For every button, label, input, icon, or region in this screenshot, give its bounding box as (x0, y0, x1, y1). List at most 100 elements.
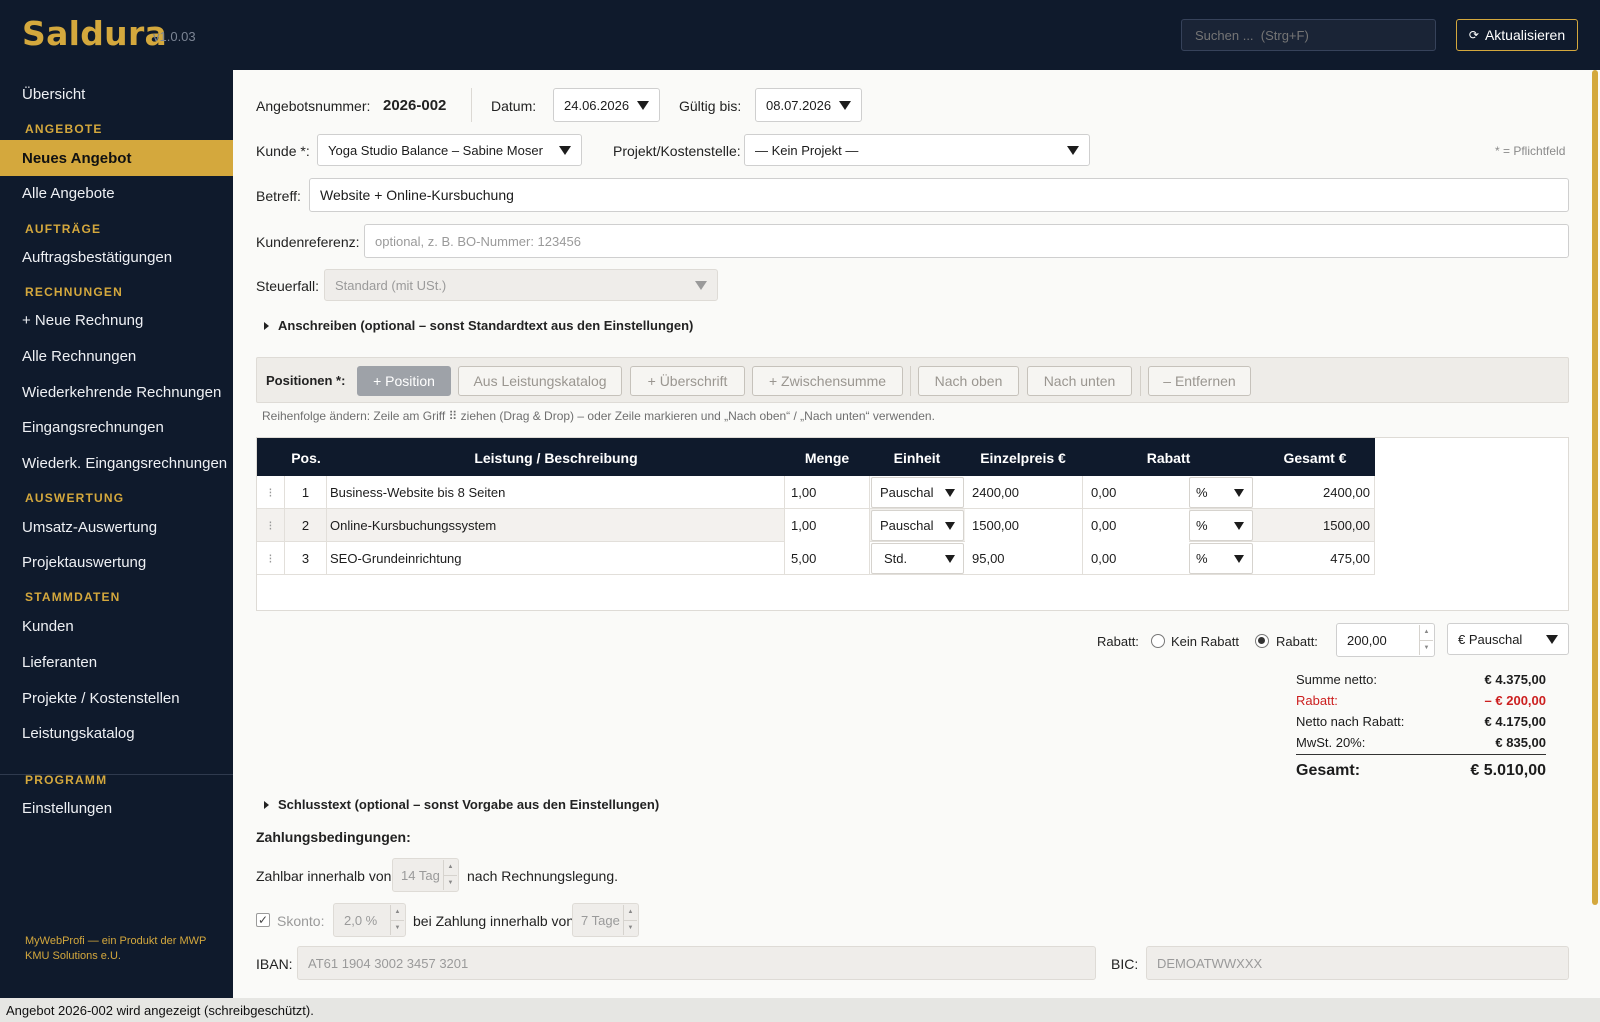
sidebar-item-lieferanten[interactable]: Lieferanten (22, 654, 97, 671)
spinner[interactable]: ▲ ▼ (390, 905, 404, 935)
rabatt-typ-dropdown[interactable]: € Pauschal (1447, 623, 1569, 655)
spin-down-icon[interactable]: ▼ (444, 874, 457, 891)
einheit-select[interactable]: Pauschal (871, 477, 964, 508)
cell-menge[interactable]: 1,00 (785, 476, 870, 509)
add-zwischensumme-button[interactable]: + Zwischensumme (752, 366, 903, 396)
zahlbar-tage-input[interactable]: 14 Tag ▲ ▼ (392, 858, 459, 892)
einheit-select[interactable]: Pauschal (871, 510, 964, 541)
toolbar-separator (1140, 366, 1141, 396)
remove-button[interactable]: – Entfernen (1148, 366, 1251, 396)
einheit-select[interactable]: Std. (871, 543, 964, 574)
drag-handle-icon[interactable]: ⁝ (257, 509, 285, 542)
radio-rabatt[interactable] (1255, 634, 1269, 648)
radio-kein-rabatt[interactable] (1151, 634, 1165, 648)
datum-picker[interactable]: 24.06.2026 (553, 88, 660, 122)
spinner[interactable]: ▲ ▼ (443, 860, 457, 890)
cell-menge[interactable]: 5,00 (785, 542, 870, 575)
angebotsnummer-label: Angebotsnummer: (256, 98, 371, 114)
spin-up-icon[interactable]: ▲ (1420, 625, 1433, 640)
cell-einzelpreis[interactable]: 95,00 (965, 542, 1083, 575)
kunde-select[interactable]: Yoga Studio Balance – Sabine Moser (317, 134, 582, 166)
drag-handle-icon[interactable]: ⁝ (257, 476, 285, 509)
cell-description[interactable]: Online-Kursbuchungssystem (327, 509, 785, 542)
mwst-label: MwSt. 20%: (1296, 735, 1366, 750)
rabatt-amount-input[interactable]: 200,00 ▲ ▼ (1336, 623, 1435, 657)
steuerfall-select[interactable]: Standard (mit USt.) (324, 269, 718, 301)
cell-description[interactable]: Business-Website bis 8 Seiten (327, 476, 785, 509)
sidebar-item-umsatz[interactable]: Umsatz-Auswertung (22, 519, 157, 536)
sidebar-item-alle-angebote[interactable]: Alle Angebote (22, 185, 115, 202)
sidebar-item-wiederk-eingangsrechnungen[interactable]: Wiederk. Eingangsrechnungen (22, 455, 227, 472)
spin-down-icon[interactable]: ▼ (624, 919, 637, 936)
refresh-button[interactable]: ⟳ Aktualisieren (1456, 19, 1578, 51)
rabatt-label: Rabatt: (1097, 634, 1139, 649)
skonto-tage-input[interactable]: 7 Tage ▲ ▼ (572, 903, 639, 937)
skonto-input[interactable]: 2,0 % ▲ ▼ (333, 903, 406, 937)
projekt-select[interactable]: — Kein Projekt — (744, 134, 1090, 166)
betreff-input[interactable]: Website + Online-Kursbuchung (309, 178, 1569, 212)
bic-label: BIC: (1111, 956, 1139, 972)
sidebar-item-neue-rechnung[interactable]: + Neue Rechnung (22, 312, 143, 329)
zahlungsbedingungen-heading: Zahlungsbedingungen: (256, 829, 411, 845)
anschreiben-toggle[interactable]: Anschreiben (optional – sonst Standardte… (264, 318, 693, 333)
sidebar-item-wiederkehrende-rechnungen[interactable]: Wiederkehrende Rechnungen (22, 384, 221, 401)
rabatt-typ-select[interactable]: % (1189, 543, 1253, 574)
spin-up-icon[interactable]: ▲ (391, 905, 404, 920)
search-input[interactable] (1181, 19, 1436, 51)
datum-label: Datum: (491, 98, 537, 114)
kein-rabatt-label: Kein Rabatt (1171, 634, 1239, 649)
iban-input[interactable]: AT61 1904 3002 3457 3201 (297, 946, 1096, 980)
cell-rabatt[interactable]: 0,00 (1083, 542, 1189, 575)
spin-down-icon[interactable]: ▼ (391, 919, 404, 936)
table-row[interactable]: ⁝ 3 SEO-Grundeinrichtung 5,00 Std. 95,00… (257, 542, 1375, 575)
chevron-down-icon (945, 521, 955, 530)
add-ueberschrift-button[interactable]: + Überschrift (630, 366, 745, 396)
sidebar-item-projektauswertung[interactable]: Projektauswertung (22, 554, 146, 571)
einheit-value: Pauschal (880, 518, 934, 533)
cell-rabatt[interactable]: 0,00 (1083, 476, 1189, 509)
schlusstext-toggle[interactable]: Schlusstext (optional – sonst Vorgabe au… (264, 797, 659, 812)
add-position-button[interactable]: + Position (357, 366, 451, 396)
spin-up-icon[interactable]: ▲ (624, 905, 637, 920)
gueltig-picker[interactable]: 08.07.2026 (755, 88, 862, 122)
cell-rabatt[interactable]: 0,00 (1083, 509, 1189, 542)
sidebar-item-leistungskatalog[interactable]: Leistungskatalog (22, 725, 135, 742)
sidebar-item-projekte[interactable]: Projekte / Kostenstellen (22, 690, 180, 707)
positions-table: Pos. Leistung / Beschreibung Menge Einhe… (256, 437, 1569, 611)
move-down-button[interactable]: Nach unten (1027, 366, 1132, 396)
sidebar-item-alle-rechnungen[interactable]: Alle Rechnungen (22, 348, 136, 365)
spin-up-icon[interactable]: ▲ (444, 860, 457, 875)
rabatt-typ-select[interactable]: % (1189, 477, 1253, 508)
drag-handle-icon[interactable]: ⁝ (257, 542, 285, 575)
bic-input[interactable]: DEMOATWWXXX (1146, 946, 1569, 980)
leistungskatalog-button[interactable]: Aus Leistungskatalog (458, 366, 622, 396)
cell-menge[interactable]: 1,00 (785, 509, 870, 542)
spin-down-icon[interactable]: ▼ (1420, 639, 1433, 656)
rabatt-typ-select[interactable]: % (1189, 510, 1253, 541)
kundenreferenz-input[interactable]: optional, z. B. BO-Nummer: 123456 (364, 224, 1569, 258)
cell-einzelpreis[interactable]: 2400,00 (965, 476, 1083, 509)
scrollbar-thumb[interactable] (1592, 70, 1598, 905)
cell-description[interactable]: SEO-Grundeinrichtung (327, 542, 785, 575)
table-row[interactable]: ⁝ 2 Online-Kursbuchungssystem 1,00 Pausc… (257, 509, 1375, 542)
einheit-value: Pauschal (880, 485, 934, 500)
sidebar-item-auftragsbestaetigungen[interactable]: Auftragsbestätigungen (22, 249, 172, 266)
spinner[interactable]: ▲ ▼ (623, 905, 637, 935)
app-logo: Saldura (22, 14, 168, 53)
skonto-checkbox[interactable]: ✓ (256, 913, 270, 927)
spinner[interactable]: ▲ ▼ (1419, 625, 1433, 655)
column-header-pos: Pos. (291, 450, 321, 466)
rabatt-typ-value: % (1196, 551, 1208, 566)
sidebar-item-neues-angebot[interactable]: Neues Angebot (0, 140, 233, 176)
sidebar-item-overview[interactable]: Übersicht (22, 86, 85, 103)
rabatt-option-label: Rabatt: (1276, 634, 1318, 649)
sidebar-item-einstellungen[interactable]: Einstellungen (22, 800, 112, 817)
table-row[interactable]: ⁝ 1 Business-Website bis 8 Seiten 1,00 P… (257, 476, 1375, 509)
main-scrollbar[interactable] (1592, 70, 1600, 998)
sidebar-item-eingangsrechnungen[interactable]: Eingangsrechnungen (22, 419, 164, 436)
move-up-button[interactable]: Nach oben (918, 366, 1019, 396)
rabatt-amount-value: 200,00 (1347, 632, 1387, 648)
sidebar-section-programm: PROGRAMM (25, 773, 108, 787)
sidebar-item-kunden[interactable]: Kunden (22, 618, 74, 635)
cell-einzelpreis[interactable]: 1500,00 (965, 509, 1083, 542)
